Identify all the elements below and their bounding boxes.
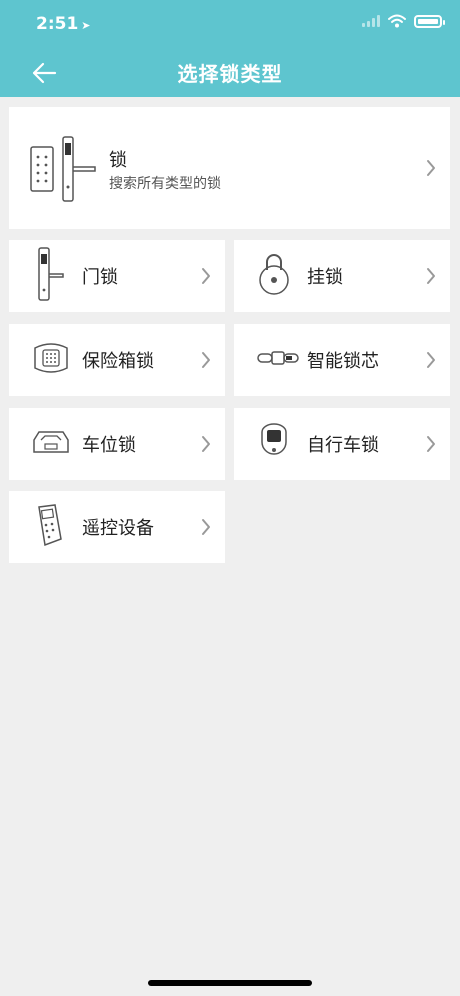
category-parking-lock[interactable]: 车位锁 bbox=[9, 408, 225, 480]
header-bar: 2:51 ➤ 选择锁类型 bbox=[0, 0, 460, 97]
chevron-right-icon bbox=[202, 268, 210, 284]
lock-all-types-card[interactable]: 锁 搜索所有类型的锁 bbox=[9, 107, 450, 229]
category-label: 遥控设备 bbox=[82, 518, 154, 539]
category-label: 门锁 bbox=[82, 267, 118, 288]
category-door-lock[interactable]: 门锁 bbox=[9, 240, 225, 312]
door-lock-keypad-icon bbox=[29, 135, 97, 207]
category-label: 挂锁 bbox=[307, 267, 343, 288]
page-title: 选择锁类型 bbox=[177, 62, 283, 86]
category-safe-lock[interactable]: 保险箱锁 bbox=[9, 324, 225, 396]
category-label: 智能锁芯 bbox=[307, 351, 379, 372]
category-padlock[interactable]: 挂锁 bbox=[234, 240, 450, 312]
category-remote-control[interactable]: 遥控设备 bbox=[9, 491, 225, 563]
category-label: 自行车锁 bbox=[307, 435, 379, 456]
door-lock-icon bbox=[31, 246, 67, 306]
chevron-right-icon bbox=[202, 436, 210, 452]
chevron-right-icon bbox=[427, 268, 435, 284]
chevron-right-icon bbox=[427, 436, 435, 452]
chevron-right-icon bbox=[427, 160, 435, 176]
status-icons bbox=[362, 14, 445, 28]
padlock-icon bbox=[256, 252, 292, 300]
parking-lock-icon bbox=[31, 426, 71, 462]
chevron-right-icon bbox=[202, 352, 210, 368]
status-time: 2:51 ➤ bbox=[36, 14, 91, 34]
wifi-icon bbox=[388, 14, 406, 28]
home-indicator[interactable] bbox=[148, 980, 312, 986]
status-time-text: 2:51 bbox=[36, 14, 79, 34]
battery-icon bbox=[414, 14, 445, 28]
category-label: 保险箱锁 bbox=[82, 351, 154, 372]
safe-lock-icon bbox=[31, 340, 71, 380]
featured-subtitle: 搜索所有类型的锁 bbox=[109, 176, 221, 192]
remote-control-icon bbox=[31, 503, 67, 551]
chevron-right-icon bbox=[202, 519, 210, 535]
smart-cylinder-icon bbox=[256, 346, 300, 374]
category-bike-lock[interactable]: 自行车锁 bbox=[234, 408, 450, 480]
chevron-right-icon bbox=[427, 352, 435, 368]
location-arrow-icon: ➤ bbox=[81, 19, 91, 32]
cellular-signal-icon bbox=[362, 15, 380, 27]
category-label: 车位锁 bbox=[82, 435, 136, 456]
category-smart-cylinder[interactable]: 智能锁芯 bbox=[234, 324, 450, 396]
featured-title: 锁 bbox=[109, 150, 127, 171]
bike-lock-icon bbox=[256, 422, 292, 466]
